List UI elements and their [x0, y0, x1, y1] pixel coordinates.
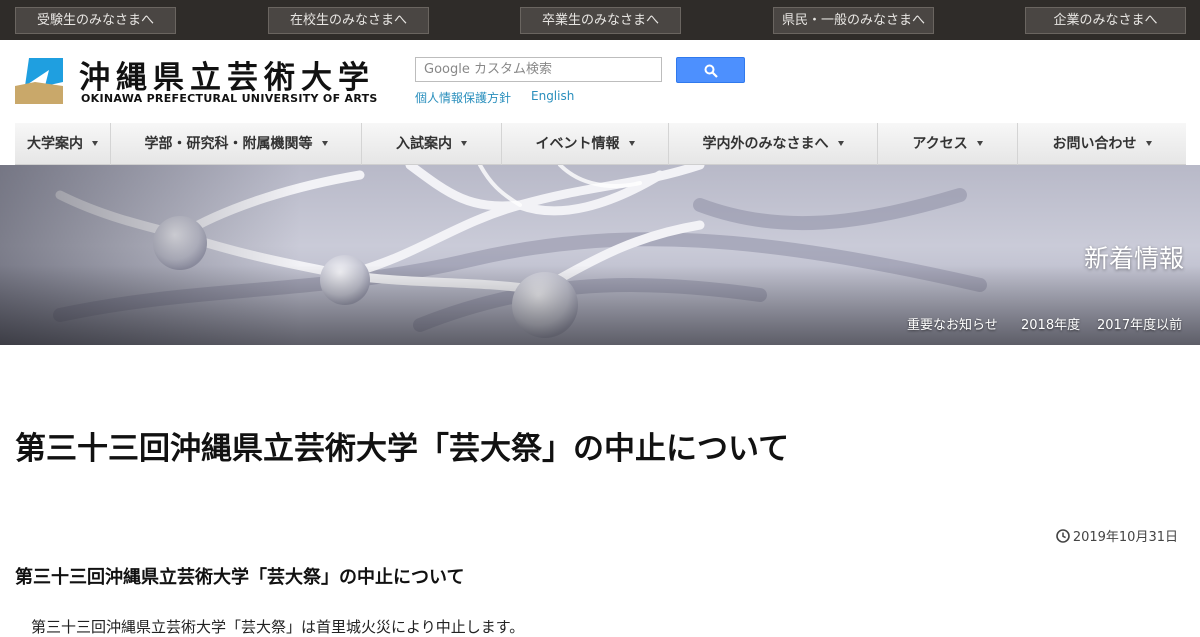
banner-title: 新着情報 — [1083, 244, 1184, 273]
logo-japanese-name: 沖縄県立芸術大学 — [79, 60, 375, 96]
caret-down-icon — [628, 140, 635, 146]
caret-down-icon — [1145, 140, 1152, 146]
caret-down-icon — [321, 140, 328, 146]
caret-down-icon — [976, 140, 983, 146]
page-title: 第三十三回沖縄県立芸術大学「芸大祭」の中止について — [15, 431, 790, 467]
privacy-policy-link[interactable]: 個人情報保護方針 — [415, 89, 511, 106]
post-date: 2019年10月31日 — [1056, 526, 1178, 545]
nav-item-admissions[interactable]: 入試案内 — [362, 123, 502, 165]
year-2017-earlier-link[interactable]: 2017年度以前 — [1097, 314, 1182, 333]
caret-down-icon — [461, 140, 467, 146]
audience-public-button[interactable]: 県民・一般のみなさまへ — [773, 7, 934, 34]
site-logo[interactable]: 沖縄県立芸術大学 OKINAWA PREFECTURAL UNIVERSITY … — [15, 52, 378, 108]
search-input[interactable] — [415, 57, 662, 82]
year-2018-link[interactable]: 2018年度 — [1021, 314, 1080, 333]
audience-companies-button[interactable]: 企業のみなさまへ — [1025, 7, 1186, 34]
banner-sculpture-image — [0, 165, 1200, 345]
nav-item-events[interactable]: イベント情報 — [502, 123, 669, 165]
search-button[interactable] — [676, 57, 745, 83]
audience-prospective-students-button[interactable]: 受験生のみなさまへ — [15, 7, 176, 34]
nav-item-label: 学部・研究科・附属機関等 — [144, 136, 313, 152]
nav-item-label: 入試案内 — [396, 136, 452, 152]
nav-item-about[interactable]: 大学案内 — [15, 123, 111, 165]
nav-item-label: お問い合わせ — [1052, 136, 1137, 152]
nav-item-contact[interactable]: お問い合わせ — [1018, 123, 1186, 165]
nav-item-label: 学内外のみなさまへ — [702, 136, 829, 152]
post-date-text: 2019年10月31日 — [1072, 530, 1178, 545]
page-banner: 新着情報 重要なお知らせ 2018年度 2017年度以前 — [0, 165, 1200, 345]
university-logo-icon — [15, 58, 63, 104]
audience-alumni-button[interactable]: 卒業生のみなさまへ — [520, 7, 681, 34]
clock-icon — [1056, 529, 1070, 543]
audience-bar: 受験生のみなさまへ 在校生のみなさまへ 卒業生のみなさまへ 県民・一般のみなさま… — [0, 0, 1200, 40]
nav-item-for-everyone[interactable]: 学内外のみなさまへ — [669, 123, 878, 165]
english-link[interactable]: English — [531, 89, 574, 103]
nav-item-label: イベント情報 — [535, 136, 620, 152]
caret-down-icon — [837, 140, 844, 146]
main-nav: 大学案内 学部・研究科・附属機関等 入試案内 イベント情報 学内外のみなさまへ … — [15, 123, 1186, 165]
logo-english-name: OKINAWA PREFECTURAL UNIVERSITY OF ARTS — [81, 92, 378, 105]
nav-item-faculties[interactable]: 学部・研究科・附属機関等 — [111, 123, 362, 165]
article-body: 第三十三回沖縄県立芸術大学「芸大祭」は首里城火災により中止します。 — [31, 618, 525, 636]
nav-item-label: アクセス — [912, 136, 968, 152]
search-icon — [704, 64, 718, 78]
nav-item-label: 大学案内 — [27, 136, 83, 152]
important-notices-link[interactable]: 重要なお知らせ — [907, 314, 998, 333]
article-subheading: 第三十三回沖縄県立芸術大学「芸大祭」の中止について — [15, 567, 465, 588]
caret-down-icon — [92, 140, 98, 146]
nav-item-access[interactable]: アクセス — [878, 123, 1018, 165]
audience-current-students-button[interactable]: 在校生のみなさまへ — [268, 7, 429, 34]
